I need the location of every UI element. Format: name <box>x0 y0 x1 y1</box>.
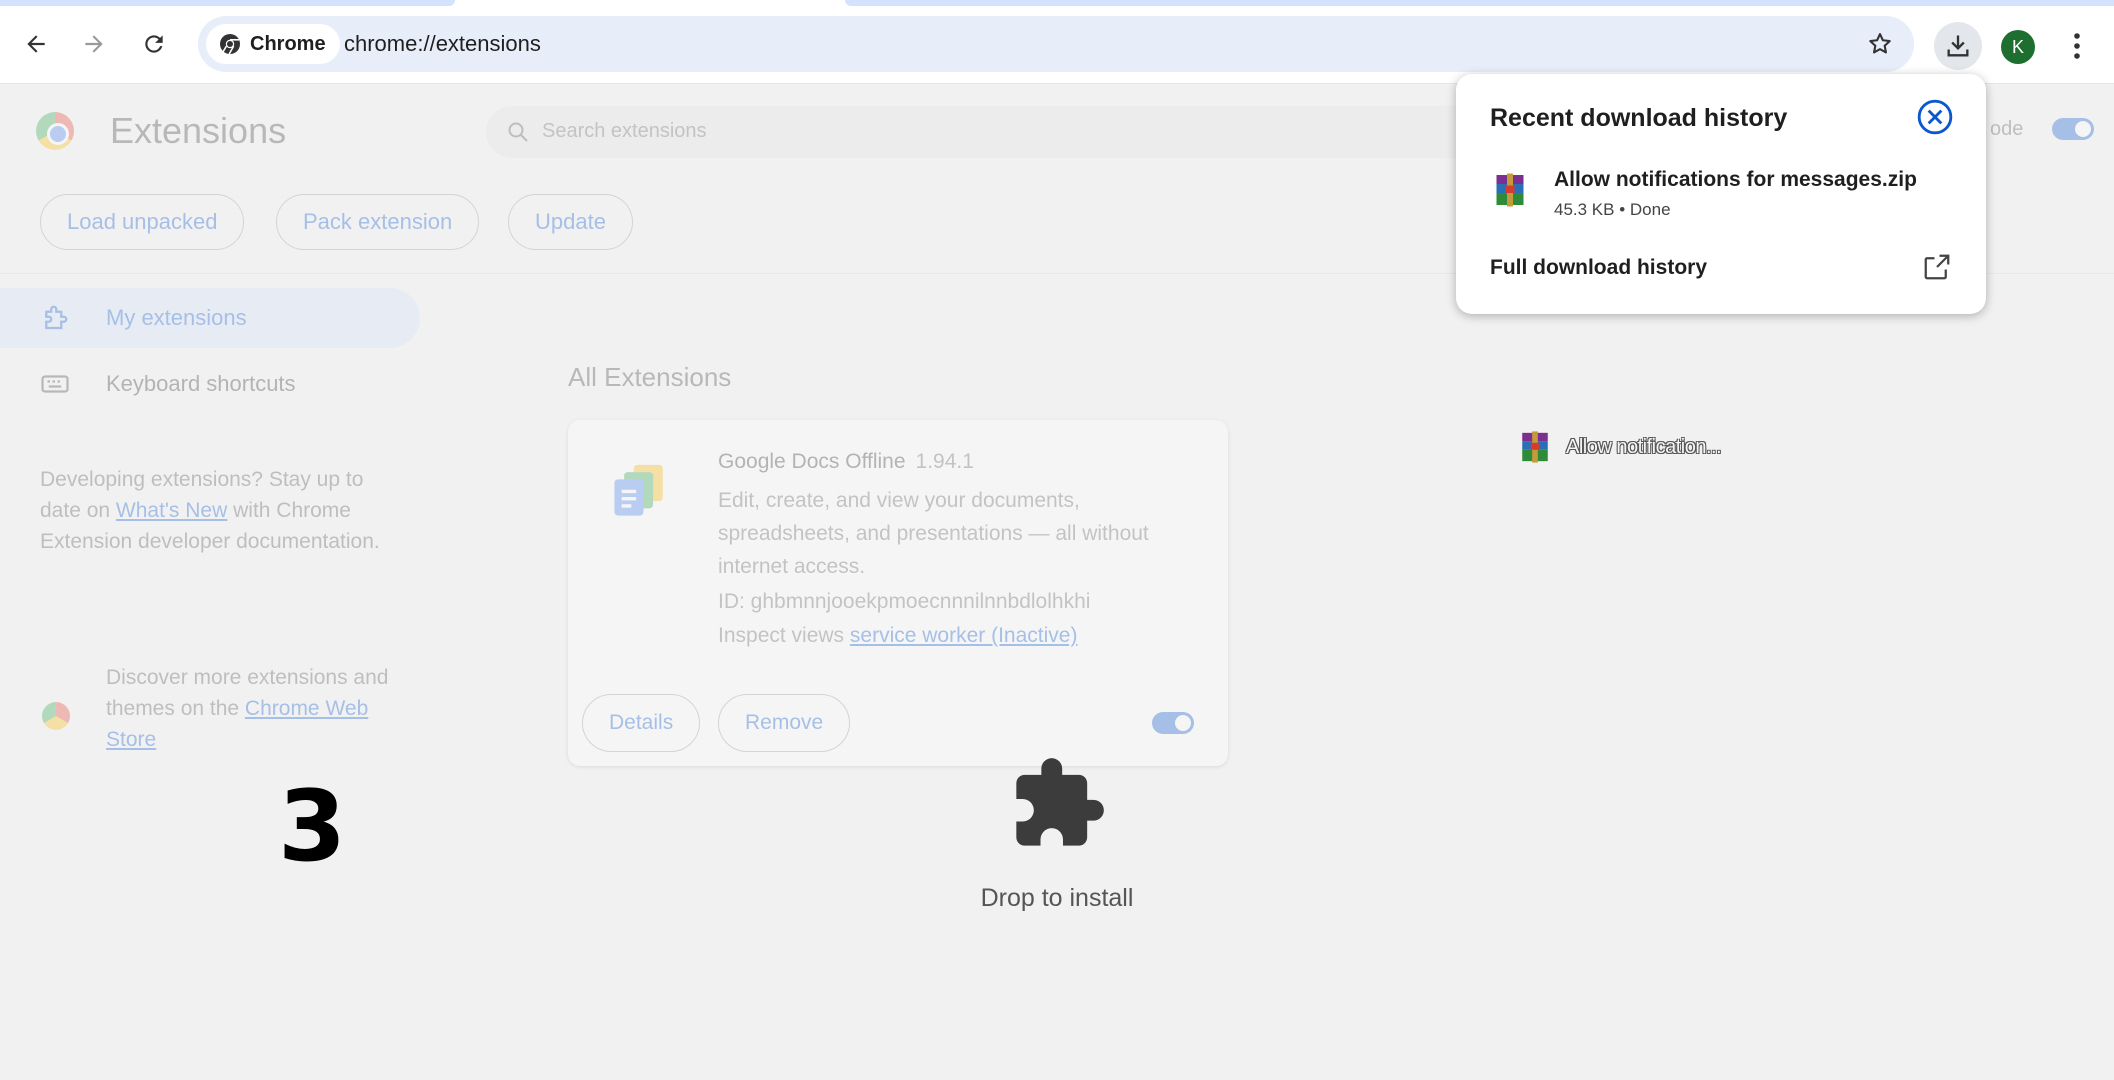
keyboard-icon <box>41 375 69 393</box>
inspect-views-line: Inspect views service worker (Inactive) <box>718 624 1077 648</box>
sidebar-item-label: Keyboard shortcuts <box>106 371 296 396</box>
page-title: Extensions <box>110 110 287 151</box>
profile-avatar[interactable]: K <box>2001 30 2035 64</box>
forward-button[interactable] <box>74 24 114 64</box>
url-text[interactable]: chrome://extensions <box>344 16 541 72</box>
puzzle-outline-icon <box>45 305 68 330</box>
site-chip-label: Chrome <box>250 32 326 55</box>
download-icon <box>1947 35 1969 57</box>
developer-mode-toggle[interactable] <box>2052 118 2094 140</box>
remove-button[interactable]: Remove <box>718 694 851 752</box>
google-docs-offline-icon <box>614 464 663 516</box>
extension-description: Edit, create, and view your documents, s… <box>718 489 1149 578</box>
star-icon[interactable] <box>1866 30 1894 58</box>
more-vertical-icon <box>2074 33 2080 59</box>
load-unpacked-button[interactable]: Load unpacked <box>40 194 245 250</box>
developer-mode-label: ode <box>1990 118 2024 140</box>
open-in-new-icon[interactable] <box>1922 252 1952 282</box>
drop-to-install-label: Drop to install <box>980 884 1134 912</box>
chrome-logo-icon <box>220 34 240 55</box>
extension-enable-toggle[interactable] <box>1152 712 1194 734</box>
web-store-icon <box>42 702 70 730</box>
inspect-views-label: Inspect views <box>718 624 845 647</box>
update-button[interactable]: Update <box>508 194 633 250</box>
search-icon <box>508 122 528 142</box>
close-icon[interactable] <box>1916 98 1954 136</box>
sidebar-item-my-extensions[interactable]: My extensions <box>0 288 420 348</box>
pack-extension-button[interactable]: Pack extension <box>276 194 480 250</box>
developer-info-text: Developing extensions? Stay up to date o… <box>40 464 380 557</box>
download-bubble: Recent download history Allow notificati… <box>1456 74 1986 314</box>
browser-toolbar: Chrome chrome://extensions K <box>0 6 2114 84</box>
section-title: All Extensions <box>568 362 732 392</box>
full-download-history-link[interactable]: Full download history <box>1490 256 1707 280</box>
search-extensions-field[interactable]: Search extensions <box>486 106 1486 158</box>
extension-id: ID: ghbmnnjooekpmoecnnnilnnbdlolhkhi <box>718 590 1091 613</box>
sidebar-item-label: My extensions <box>106 305 247 330</box>
download-bubble-title: Recent download history <box>1490 104 1788 132</box>
service-worker-link[interactable]: service worker (Inactive) <box>850 624 1078 647</box>
downloads-button[interactable] <box>1934 22 1982 70</box>
chrome-logo-icon <box>36 112 74 150</box>
drag-ghost-label: Allow notification... <box>1566 435 1722 458</box>
reload-button[interactable] <box>134 24 174 64</box>
download-filename: Allow notifications for messages.zip <box>1554 168 1917 191</box>
arrow-left-icon <box>27 35 45 53</box>
download-status: 45.3 KB • Done <box>1554 200 1671 219</box>
winrar-archive-icon <box>1496 173 1524 207</box>
site-info-chip[interactable]: Chrome <box>206 24 340 64</box>
arrow-right-icon <box>85 35 103 53</box>
extension-version: 1.94.1 <box>915 450 974 473</box>
chrome-menu-button[interactable] <box>2060 26 2094 66</box>
whats-new-link[interactable]: What's New <box>116 499 227 522</box>
reload-icon <box>145 35 163 53</box>
search-placeholder: Search extensions <box>542 120 707 142</box>
omnibox[interactable]: Chrome chrome://extensions <box>198 16 1914 72</box>
back-button[interactable] <box>16 24 56 64</box>
step-number: 3 <box>278 770 347 884</box>
extension-card: Google Docs Offline 1.94.1 Edit, create, … <box>568 420 1228 766</box>
details-button[interactable]: Details <box>582 694 701 752</box>
drag-ghost: Allow notification... <box>1518 430 1722 464</box>
extension-name-line: Google Docs Offline 1.94.1 <box>718 450 974 474</box>
winrar-archive-icon <box>1522 431 1548 463</box>
sidebar-item-keyboard-shortcuts[interactable]: Keyboard shortcuts <box>0 354 420 414</box>
puzzle-piece-icon <box>1016 758 1104 846</box>
extension-name: Google Docs Offline <box>718 450 906 473</box>
download-item[interactable]: Allow notifications for messages.zip 45.… <box>1480 164 1960 228</box>
web-store-text: Discover more extensions and themes on t… <box>106 662 396 755</box>
